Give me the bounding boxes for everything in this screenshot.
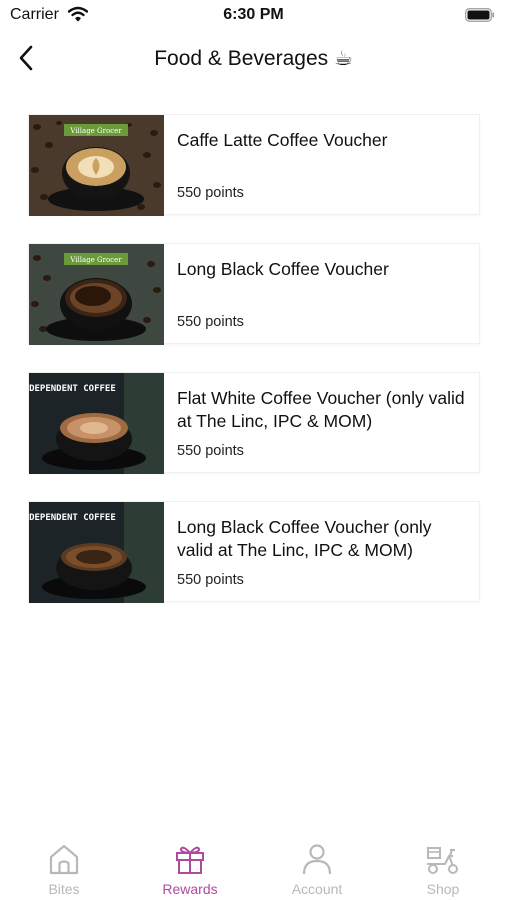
voucher-name: Long Black Coffee Voucher (only valid at… [177,517,432,560]
voucher-image: Village Grocer [29,115,164,216]
scooter-icon [427,847,458,874]
tab-label: Account [291,881,343,897]
tab-label: Bites [48,881,80,897]
tab-shop[interactable]: Shop [388,835,498,900]
tab-account[interactable]: Account [262,835,372,900]
voucher-points: 550 points [177,185,244,201]
voucher-card[interactable]: INDEPENDENT COFFEE Long Black Coffee Vou… [28,501,480,603]
brand-logo-text: Village Grocer [69,127,122,135]
voucher-image: Village Grocer [29,244,164,345]
voucher-card[interactable]: Village Grocer Long Black Coffee Voucher… [28,243,480,345]
status-bar: Carrier 6:30 PM [0,0,507,30]
tab-rewards[interactable]: Rewards [135,835,245,900]
voucher-points: 550 points [177,314,244,330]
voucher-points: 550 points [177,572,244,588]
brand-logo-text: INDEPENDENT COFFEE [29,513,116,523]
status-time: 6:30 PM [223,6,284,23]
person-icon [302,844,332,875]
voucher-image: INDEPENDENT COFFEE [29,373,164,474]
voucher-card[interactable]: Village Grocer Caffe Latte Coffee Vouche… [28,114,480,216]
page-title: Food & Beverages ☕ [154,47,353,70]
brand-logo-text: INDEPENDENT COFFEE [29,384,116,394]
tab-label: Shop [426,881,460,897]
gift-icon [176,846,204,874]
brand-logo-text: Village Grocer [69,256,122,264]
battery-icon [465,8,495,22]
voucher-name: Flat White Coffee Voucher (only valid at… [177,388,465,431]
voucher-points: 550 points [177,443,244,459]
voucher-card[interactable]: INDEPENDENT COFFEE Flat White Coffee Vou… [28,372,480,474]
tab-bites[interactable]: Bites [9,835,119,900]
voucher-list: Village Grocer Caffe Latte Coffee Vouche… [28,114,480,630]
voucher-name: Caffe Latte Coffee Voucher [177,130,388,150]
voucher-name: Long Black Coffee Voucher [177,259,389,279]
home-icon [49,844,79,875]
voucher-image: INDEPENDENT COFFEE [29,502,164,603]
tab-bar: Bites Rewards Account Shop [0,835,507,900]
nav-header: Food & Beverages ☕ [0,36,507,80]
tab-label: Rewards [162,881,218,897]
